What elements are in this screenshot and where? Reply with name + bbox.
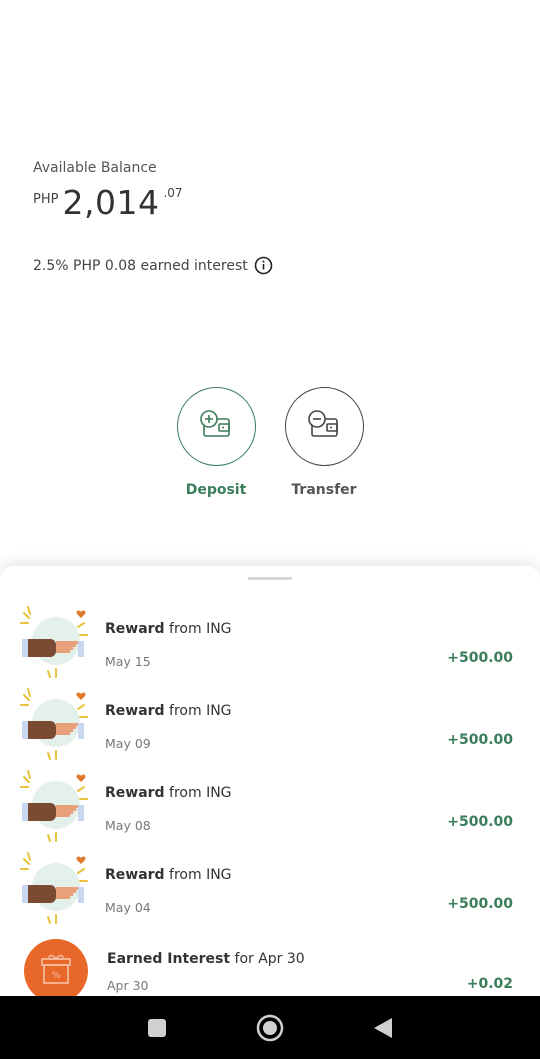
home-icon[interactable] bbox=[250, 1008, 290, 1048]
transactions-sheet[interactable]: Reward from ING May 15 +500.00 Reward fr… bbox=[0, 566, 540, 996]
deposit-label[interactable]: Deposit bbox=[186, 482, 247, 498]
info-icon[interactable] bbox=[254, 256, 273, 275]
interest-text: 2.5% PHP 0.08 earned interest bbox=[33, 257, 248, 274]
deposit-circle[interactable] bbox=[176, 387, 256, 466]
transaction-title: Reward from ING bbox=[105, 703, 232, 719]
svg-text:%: % bbox=[52, 971, 61, 981]
sheet-drag-handle[interactable] bbox=[248, 577, 292, 580]
transaction-title: Earned Interest for Apr 30 bbox=[107, 951, 305, 967]
transaction-title: Reward from ING bbox=[105, 785, 232, 801]
transaction-amount: +0.02 bbox=[466, 976, 513, 992]
reward-icon bbox=[18, 849, 90, 925]
transaction-title: Reward from ING bbox=[105, 621, 232, 637]
reward-icon bbox=[18, 603, 90, 679]
balance-label: Available Balance bbox=[33, 160, 157, 176]
transaction-title: Reward from ING bbox=[105, 867, 232, 883]
interest-row: 2.5% PHP 0.08 earned interest bbox=[33, 256, 273, 275]
transfer-label[interactable]: Transfer bbox=[291, 482, 356, 498]
balance-amount: PHP 2,014 .07 bbox=[33, 186, 183, 220]
transfer-button[interactable]: Transfer bbox=[284, 387, 364, 498]
transaction-row[interactable]: Reward from ING May 04 +500.00 bbox=[0, 849, 540, 931]
balance-currency: PHP bbox=[33, 192, 59, 207]
reward-icon bbox=[18, 685, 90, 761]
reward-icon bbox=[18, 767, 90, 843]
system-nav-bar bbox=[0, 996, 540, 1059]
balance-main-amount: 2,014 bbox=[62, 183, 160, 222]
action-buttons: Deposit Transfer bbox=[0, 387, 540, 498]
transaction-date: May 08 bbox=[105, 818, 151, 833]
deposit-wallet-icon bbox=[198, 409, 234, 444]
transfer-circle[interactable] bbox=[284, 387, 364, 466]
balance-cents: .07 bbox=[163, 186, 183, 200]
transaction-amount: +500.00 bbox=[447, 732, 513, 748]
transaction-row[interactable]: Reward from ING May 15 +500.00 bbox=[0, 603, 540, 685]
transaction-date: Apr 30 bbox=[107, 978, 149, 993]
transaction-row[interactable]: % Earned Interest for Apr 30 Apr 30 +0.0… bbox=[0, 933, 540, 996]
interest-gift-icon: % bbox=[18, 933, 90, 996]
transaction-amount: +500.00 bbox=[447, 814, 513, 830]
balance-section: Available Balance PHP 2,014 .07 bbox=[33, 160, 183, 220]
back-icon[interactable] bbox=[363, 1008, 403, 1048]
recents-icon[interactable] bbox=[137, 1008, 177, 1048]
transaction-date: May 15 bbox=[105, 654, 151, 669]
transaction-date: May 04 bbox=[105, 900, 151, 915]
transfer-wallet-icon bbox=[306, 409, 342, 444]
transaction-date: May 09 bbox=[105, 736, 151, 751]
transaction-row[interactable]: Reward from ING May 09 +500.00 bbox=[0, 685, 540, 767]
transaction-amount: +500.00 bbox=[447, 650, 513, 666]
transaction-amount: +500.00 bbox=[447, 896, 513, 912]
transaction-row[interactable]: Reward from ING May 08 +500.00 bbox=[0, 767, 540, 849]
deposit-button[interactable]: Deposit bbox=[176, 387, 256, 498]
